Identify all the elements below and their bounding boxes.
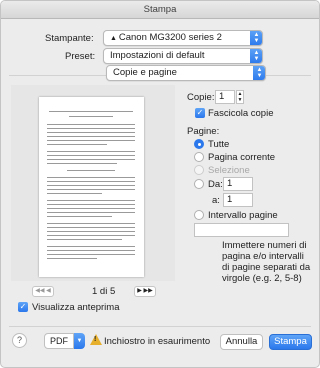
pages-to-input[interactable]: 1: [223, 193, 253, 207]
show-preview-label: Visualizza anteprima: [32, 302, 120, 313]
printer-icon: ▲: [110, 35, 119, 42]
window-title: Stampa: [1, 1, 319, 19]
help-button[interactable]: ?: [12, 333, 27, 348]
pages-range-radio[interactable]: [194, 210, 204, 220]
pages-range-label: Intervallo pagine: [208, 210, 278, 221]
pages-current-radio[interactable]: [194, 152, 204, 162]
collate-label: Fascicola copie: [208, 108, 274, 119]
pages-label: Pagine:: [187, 126, 220, 137]
pages-to-label: a:: [212, 195, 220, 206]
preset-value: Impostazioni di default: [110, 50, 205, 61]
pages-range-input[interactable]: [194, 223, 289, 237]
copies-input[interactable]: 1: [215, 90, 235, 104]
pages-selection-label: Selezione: [208, 165, 250, 176]
collate-checkbox[interactable]: ✓: [195, 108, 205, 118]
pages-from-input[interactable]: 1: [223, 177, 253, 191]
section-stepper-icon: ▲ ▼: [253, 66, 265, 80]
pages-range-help: Immettere numeri di pagina e/o intervall…: [222, 240, 311, 284]
pdf-chevron-down-icon[interactable]: ▼: [74, 333, 85, 349]
page-indicator: 1 di 5: [92, 286, 116, 297]
show-preview-checkbox[interactable]: ✓: [18, 302, 28, 312]
preset-stepper-icon: ▲ ▼: [250, 49, 262, 63]
section-select[interactable]: Copie e pagine ▲ ▼: [106, 65, 266, 81]
pages-all-radio[interactable]: [194, 139, 204, 149]
pages-from-label: Da:: [208, 179, 223, 190]
pages-selection-radio[interactable]: [194, 165, 204, 175]
copies-label: Copie:: [187, 92, 215, 103]
section-value: Copie e pagine: [113, 67, 177, 78]
copies-stepper-icon[interactable]: ▲ ▼: [236, 90, 244, 104]
page-preview: [39, 97, 144, 277]
cancel-button[interactable]: Annulla: [220, 334, 263, 350]
preset-select[interactable]: Impostazioni di default ▲ ▼: [103, 48, 263, 64]
ink-warning-icon: !: [90, 334, 102, 345]
printer-label: Stampante:: [45, 33, 94, 44]
pages-from-radio[interactable]: [194, 179, 204, 189]
next-last-page-button[interactable]: ▶ ▶▶: [134, 286, 156, 297]
pdf-button[interactable]: PDF: [44, 333, 74, 349]
pages-all-label: Tutte: [208, 139, 230, 150]
printer-select[interactable]: ▲ Canon MG3200 series 2 ▲ ▼: [103, 30, 263, 46]
preset-label: Preset:: [65, 51, 96, 62]
print-button[interactable]: Stampa: [269, 334, 312, 350]
first-prev-page-button[interactable]: ◀◀ ◀: [32, 286, 54, 297]
print-dialog: Stampa Stampante: ▲ Canon MG3200 series …: [0, 0, 320, 368]
printer-stepper-icon: ▲ ▼: [250, 31, 262, 45]
ink-status: Inchiostro in esaurimento: [104, 336, 211, 347]
pages-current-label: Pagina corrente: [208, 152, 276, 163]
printer-value: Canon MG3200 series 2: [118, 32, 222, 43]
divider-bottom: [9, 326, 311, 327]
